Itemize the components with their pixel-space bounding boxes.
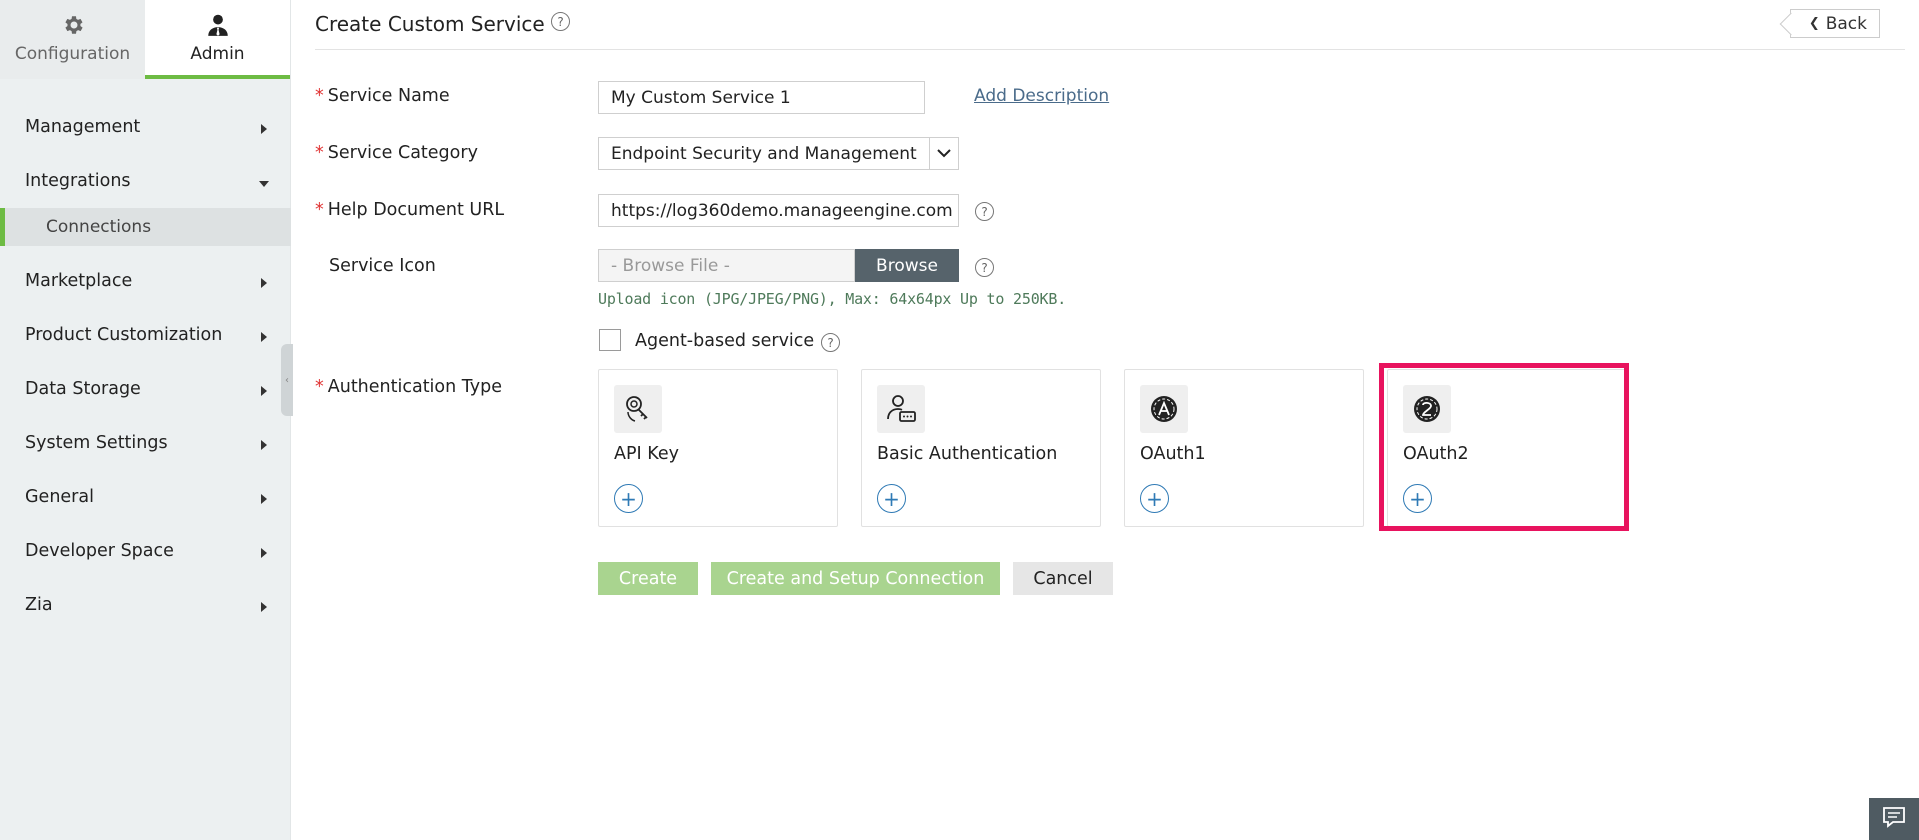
sidebar-item-system-settings[interactable]: System Settings: [0, 416, 291, 470]
required-marker: *: [315, 143, 324, 163]
main-content: Create Custom Service ? ❮ Back * Service …: [291, 0, 1919, 840]
caret-right-icon: [261, 332, 267, 342]
sidebar-item-marketplace[interactable]: Marketplace: [0, 254, 291, 308]
caret-right-icon: [261, 124, 267, 134]
help-icon[interactable]: ?: [821, 333, 840, 352]
back-button-label: Back: [1825, 13, 1867, 34]
caret-down-icon: [259, 181, 269, 187]
auth-card-oauth1[interactable]: OAuth1 +: [1124, 369, 1364, 527]
auth-type-label-text: Authentication Type: [327, 377, 502, 397]
add-description-link[interactable]: Add Description: [974, 86, 1109, 106]
add-icon[interactable]: +: [877, 484, 906, 513]
required-marker: *: [315, 86, 324, 106]
oauth1-icon: [1140, 385, 1188, 433]
service-name-label: * Service Name: [315, 86, 450, 106]
sidebar-item-label: Zia: [25, 595, 53, 615]
service-name-input[interactable]: My Custom Service 1: [598, 81, 925, 114]
agent-based-label: Agent-based service: [635, 331, 815, 351]
sidebar-item-label: System Settings: [25, 433, 168, 453]
sidebar-item-label: Developer Space: [25, 541, 174, 561]
auth-card-label: OAuth1: [1140, 444, 1206, 464]
sidebar-subitem-connections[interactable]: Connections: [0, 208, 291, 246]
sidebar-item-management[interactable]: Management: [0, 100, 291, 154]
service-category-select[interactable]: Endpoint Security and Management: [598, 137, 959, 170]
service-name-label-text: Service Name: [327, 86, 450, 106]
caret-right-icon: [261, 494, 267, 504]
sidebar-item-integrations[interactable]: Integrations: [0, 154, 291, 208]
upload-hint: Upload icon (JPG/JPEG/PNG), Max: 64x64px…: [598, 290, 1067, 308]
auth-card-basic-authentication[interactable]: Basic Authentication +: [861, 369, 1101, 527]
chat-button[interactable]: [1869, 798, 1919, 840]
sidebar-item-developer-space[interactable]: Developer Space: [0, 524, 291, 578]
auth-card-api-key[interactable]: API Key +: [598, 369, 838, 527]
service-category-label: * Service Category: [315, 143, 478, 163]
auth-card-label: Basic Authentication: [877, 444, 1058, 464]
sidebar-item-label: Product Customization: [25, 325, 223, 345]
sidebar-item-label: Marketplace: [25, 271, 133, 291]
api-key-icon: [614, 385, 662, 433]
create-and-setup-connection-button[interactable]: Create and Setup Connection: [711, 562, 1000, 595]
sidebar-item-label: Data Storage: [25, 379, 141, 399]
gear-icon: [58, 10, 88, 40]
back-button[interactable]: ❮ Back: [1789, 9, 1880, 38]
sidebar-item-label: General: [25, 487, 94, 507]
auth-card-label: API Key: [614, 444, 679, 464]
page-header: Create Custom Service ? ❮ Back: [315, 0, 1905, 50]
caret-right-icon: [261, 386, 267, 396]
chevron-down-icon: [928, 138, 958, 169]
service-category-label-text: Service Category: [327, 143, 478, 163]
help-icon[interactable]: ?: [975, 202, 994, 221]
tab-configuration[interactable]: Configuration: [0, 0, 145, 79]
create-button[interactable]: Create: [598, 562, 698, 595]
caret-right-icon: [261, 548, 267, 558]
chat-icon: [1881, 805, 1907, 833]
caret-right-icon: [261, 278, 267, 288]
service-category-value: Endpoint Security and Management: [611, 143, 917, 164]
sidebar-item-general[interactable]: General: [0, 470, 291, 524]
sidebar-item-label: Management: [25, 117, 141, 137]
help-icon[interactable]: ?: [551, 12, 570, 31]
highlight-box: [1379, 363, 1629, 531]
basic-auth-icon: [877, 385, 925, 433]
cancel-button[interactable]: Cancel: [1013, 562, 1113, 595]
agent-based-checkbox[interactable]: [599, 329, 621, 351]
sidebar-item-data-storage[interactable]: Data Storage: [0, 362, 291, 416]
service-icon-label: Service Icon: [329, 256, 436, 276]
tab-admin[interactable]: Admin: [145, 0, 290, 79]
sidebar-item-product-customization[interactable]: Product Customization: [0, 308, 291, 362]
sidebar-item-label: Integrations: [25, 171, 131, 191]
browse-file-placeholder[interactable]: - Browse File -: [598, 249, 855, 282]
required-marker: *: [315, 377, 324, 397]
browse-button[interactable]: Browse: [855, 249, 959, 282]
help-url-input[interactable]: https://log360demo.manageengine.com: [598, 194, 959, 227]
help-url-label: * Help Document URL: [315, 200, 504, 220]
required-marker: *: [315, 200, 324, 220]
user-icon: [203, 10, 233, 40]
caret-right-icon: [261, 602, 267, 612]
caret-right-icon: [261, 440, 267, 450]
tab-configuration-label: Configuration: [14, 44, 131, 64]
chevron-left-icon: ‹: [285, 374, 289, 386]
sidebar-item-zia[interactable]: Zia: [0, 578, 291, 632]
service-icon-field: - Browse File - Browse: [598, 249, 959, 282]
add-icon[interactable]: +: [1140, 484, 1169, 513]
tab-admin-label: Admin: [190, 44, 245, 64]
chevron-left-icon: ❮: [1808, 16, 1820, 31]
add-icon[interactable]: +: [614, 484, 643, 513]
page-title: Create Custom Service: [315, 12, 545, 36]
sidebar-nav: Management Integrations Connections Mark…: [0, 100, 291, 632]
sidebar-subitem-label: Connections: [46, 217, 152, 237]
help-url-label-text: Help Document URL: [327, 200, 505, 220]
auth-type-label: * Authentication Type: [315, 377, 502, 397]
help-icon[interactable]: ?: [975, 258, 994, 277]
sidebar: Configuration Admin Management Integrati…: [0, 0, 291, 840]
sidebar-top-tabs: Configuration Admin: [0, 0, 290, 79]
